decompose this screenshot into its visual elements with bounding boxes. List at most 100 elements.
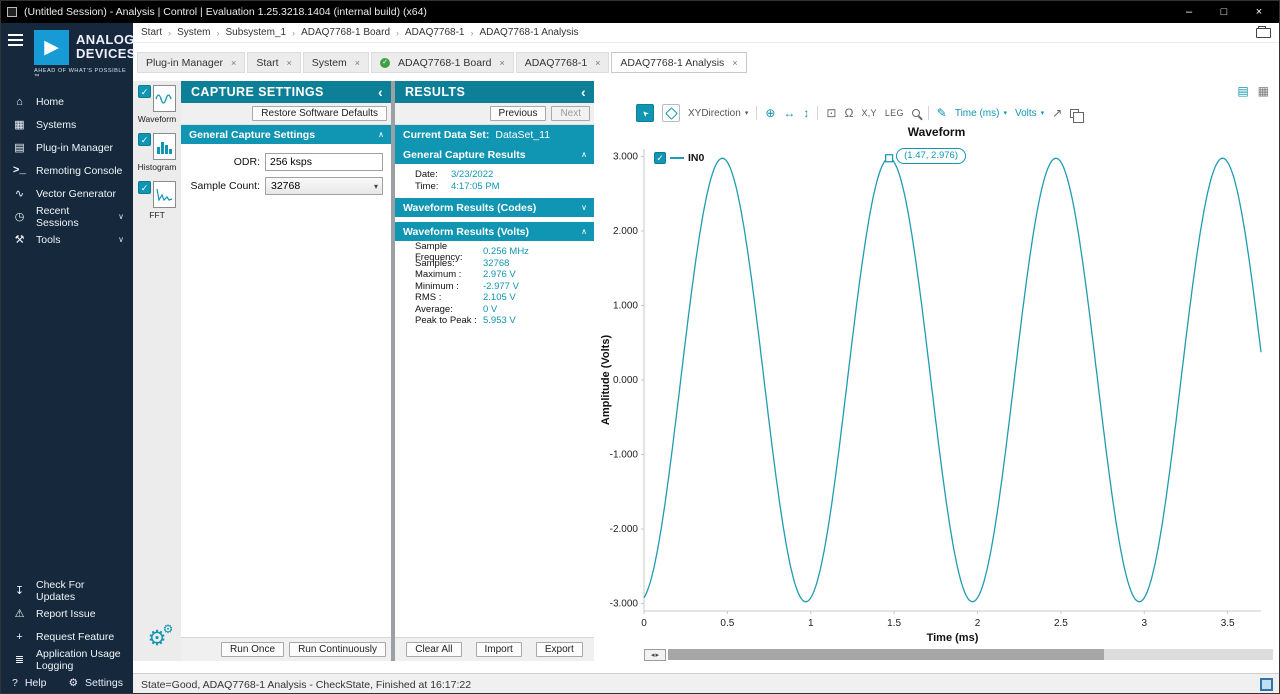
sidebar-item-tools[interactable]: ⚒ Tools ∨ (1, 228, 133, 251)
series-in0-checkbox[interactable]: ✓ (654, 152, 666, 164)
sidebar-item-home[interactable]: ⌂ Home (1, 90, 133, 113)
fit-view-icon[interactable]: ⊡ (826, 106, 836, 120)
chevron-down-icon: ∨ (581, 203, 587, 212)
close-icon[interactable]: × (499, 58, 504, 68)
minimize-button[interactable]: – (1175, 6, 1203, 18)
analysis-settings-gears-icon[interactable]: ⚙⚙ (148, 626, 167, 651)
waveform-results-codes-section[interactable]: Waveform Results (Codes) ∨ (395, 198, 594, 217)
tab-adaq7768-1-board[interactable]: ✓ ADAQ7768-1 Board × (371, 52, 514, 73)
breadcrumb-item-system[interactable]: System (177, 27, 210, 38)
fft-checkbox[interactable]: ✓ (138, 181, 151, 194)
maximize-button[interactable]: □ (1210, 6, 1238, 18)
import-button[interactable]: Import (476, 642, 522, 657)
copy-chart-icon[interactable] (1070, 109, 1079, 118)
sidebar-item-request-feature[interactable]: + Request Feature (1, 625, 133, 648)
box-zoom-icon[interactable]: Ω (844, 106, 853, 120)
breadcrumb-item-analysis[interactable]: ADAQ7768-1 Analysis (480, 27, 579, 38)
result-label: Time: (415, 181, 451, 192)
scroll-arrows-button[interactable]: ◂ ▸ (644, 649, 666, 661)
legend-toggle-button[interactable]: LEG (885, 108, 904, 118)
breadcrumb-item-device[interactable]: ADAQ7768-1 (405, 27, 464, 38)
plot-area[interactable]: 3.0002.0001.0000.000-1.000-2.000-3.00000… (598, 141, 1275, 645)
fft-tool-icon[interactable] (153, 181, 176, 208)
previous-dataset-button[interactable]: Previous (490, 106, 547, 121)
xy-values-button[interactable]: X,Y (861, 108, 876, 118)
sidebar-item-settings[interactable]: ⚙ Settings (69, 677, 123, 689)
annotate-pen-icon[interactable]: ✎ (937, 106, 947, 120)
sidebar-item-remoting-console[interactable]: >_ Remoting Console (1, 159, 133, 182)
tab-plugin-manager[interactable]: Plug-in Manager × (137, 52, 245, 73)
scroll-thumb[interactable] (668, 649, 1104, 660)
waveform-checkbox[interactable]: ✓ (138, 85, 151, 98)
clear-all-button[interactable]: Clear All (406, 642, 461, 657)
time-unit-dropdown[interactable]: Time (ms) ▾ (955, 108, 1007, 119)
volts-unit-dropdown[interactable]: Volts ▾ (1015, 108, 1044, 119)
close-icon[interactable]: × (231, 58, 236, 68)
magnifier-icon[interactable] (912, 109, 920, 117)
tool-histogram[interactable]: ✓ Histogram (138, 133, 177, 172)
breadcrumb-item-board[interactable]: ADAQ7768-1 Board (301, 27, 390, 38)
breadcrumb-item-subsystem[interactable]: Subsystem_1 (225, 27, 286, 38)
tab-adaq7768-1-analysis[interactable]: ADAQ7768-1 Analysis × (611, 52, 746, 73)
series-name: IN0 (688, 152, 704, 164)
sidebar-item-recent-sessions[interactable]: ◷ Recent Sessions ∨ (1, 205, 133, 228)
zoom-horizontal-icon[interactable]: ↔ (783, 106, 795, 120)
sidebar-item-report-issue[interactable]: ⚠ Report Issue (1, 602, 133, 625)
sidebar-item-vector-generator[interactable]: ∿ Vector Generator (1, 182, 133, 205)
svg-text:2.5: 2.5 (1054, 618, 1068, 629)
waveform-results-volts-section[interactable]: Waveform Results (Volts) ∧ (395, 222, 594, 241)
scroll-left-icon: ◂ (651, 651, 655, 659)
tab-start[interactable]: Start × (247, 52, 300, 73)
hamburger-menu-icon[interactable] (8, 34, 23, 36)
close-icon[interactable]: × (732, 58, 737, 68)
svg-text:0.5: 0.5 (720, 618, 734, 629)
sidebar-item-application-usage-logging[interactable]: ≣ Application Usage Logging (1, 648, 133, 671)
close-icon[interactable]: × (355, 58, 360, 68)
grid-view-icon[interactable]: ▦ (1258, 84, 1269, 98)
chart-title: Waveform (598, 125, 1275, 141)
systems-icon: ▦ (12, 118, 27, 131)
close-icon[interactable]: × (595, 58, 600, 68)
close-icon[interactable]: × (287, 58, 292, 68)
collapse-panel-icon[interactable]: ‹ (378, 84, 383, 100)
histogram-tool-icon[interactable] (153, 133, 176, 160)
sidebar-item-systems[interactable]: ▦ Systems (1, 113, 133, 136)
next-dataset-button[interactable]: Next (551, 106, 590, 121)
scroll-track[interactable] (668, 649, 1273, 660)
zoom-vertical-icon[interactable]: ↕ (803, 106, 809, 120)
collapse-panel-icon[interactable]: ‹ (581, 84, 586, 100)
report-view-icon[interactable]: ▤ (1237, 84, 1248, 98)
general-capture-settings-section[interactable]: General Capture Settings ∧ (181, 125, 391, 144)
restore-defaults-button[interactable]: Restore Software Defaults (252, 106, 387, 121)
sample-count-dropdown[interactable]: 32768 ▾ (265, 177, 383, 195)
pan-tool-icon[interactable]: ⊕ (765, 106, 775, 120)
session-folder-icon[interactable] (1256, 28, 1271, 38)
layout-switch-icon[interactable] (1260, 678, 1273, 691)
export-image-icon[interactable]: ↗ (1052, 106, 1062, 120)
tag-tool-button[interactable] (662, 104, 680, 122)
tab-system[interactable]: System × (303, 52, 369, 73)
odr-input[interactable] (265, 153, 383, 171)
tool-waveform[interactable]: ✓ Waveform (138, 85, 176, 124)
waveform-tool-icon[interactable] (153, 85, 176, 112)
tool-fft[interactable]: ✓ FFT (138, 181, 176, 220)
export-button[interactable]: Export (536, 642, 583, 657)
pointer-tool-button[interactable]: ➤ (636, 104, 654, 122)
xy-direction-dropdown[interactable]: XYDirection ▾ (688, 108, 748, 119)
sidebar-item-check-for-updates[interactable]: ↧ Check For Updates (1, 579, 133, 602)
close-button[interactable]: × (1245, 6, 1273, 18)
sidebar-item-help[interactable]: ? Help (12, 677, 46, 689)
status-good-icon: ✓ (380, 58, 390, 68)
breadcrumb-item-start[interactable]: Start (141, 27, 162, 38)
result-value: 0.256 MHz (483, 246, 529, 257)
waveform-plot[interactable]: 3.0002.0001.0000.000-1.000-2.000-3.00000… (598, 141, 1275, 645)
general-capture-results-section[interactable]: General Capture Results ∧ (395, 145, 594, 164)
result-label: RMS : (415, 292, 483, 303)
odr-label: ODR: (187, 156, 265, 168)
run-once-button[interactable]: Run Once (221, 642, 284, 657)
run-continuously-button[interactable]: Run Continuously (289, 642, 386, 657)
sidebar-item-plugin-manager[interactable]: ▤ Plug-in Manager (1, 136, 133, 159)
tab-adaq7768-1[interactable]: ADAQ7768-1 × (516, 52, 610, 73)
sidebar-item-label: Recent Sessions (36, 205, 109, 229)
histogram-checkbox[interactable]: ✓ (138, 133, 151, 146)
